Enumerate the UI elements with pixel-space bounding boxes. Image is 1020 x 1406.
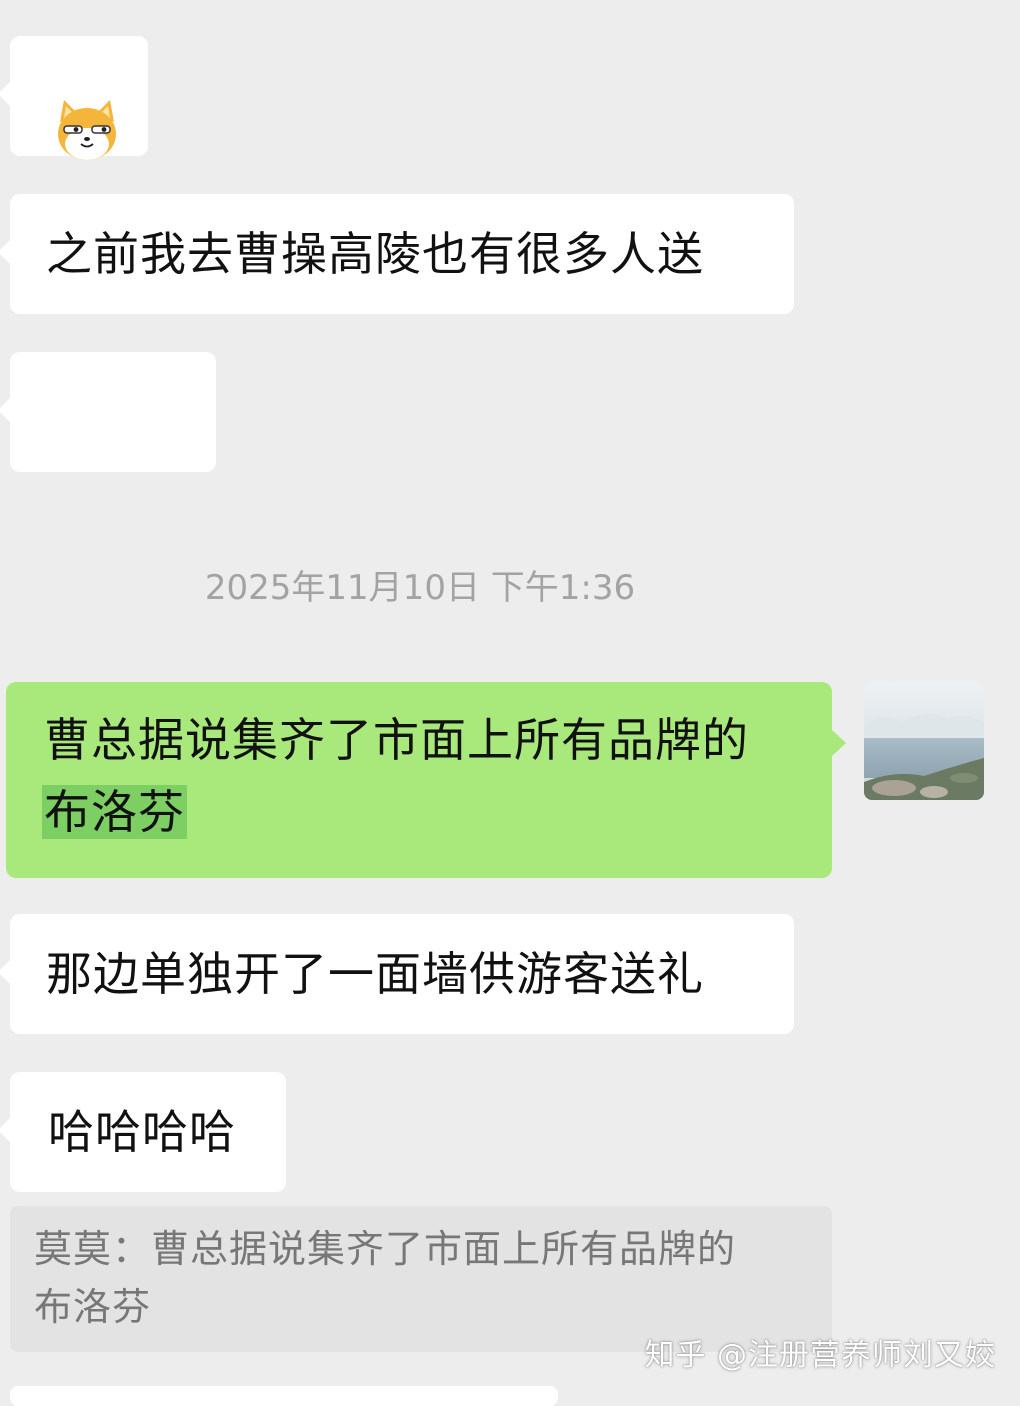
cat-face-icon xyxy=(58,100,116,160)
quoted-text-line1: 曹总据说集齐了市面上所有品牌的 xyxy=(151,1227,737,1271)
message-text: 之前我去曹操高陵也有很多人送 xyxy=(46,227,704,281)
message-bubble-emoji-cat[interactable] xyxy=(0,36,148,160)
message-bubble-outgoing[interactable]: 曹总据说集齐了市面上所有品牌的 布洛芬 xyxy=(6,682,846,878)
message-text: 那边单独开了一面墙供游客送礼 xyxy=(46,947,704,1001)
quoted-sender: 莫莫： xyxy=(34,1227,152,1271)
message-bubble-emoji-pleading[interactable] xyxy=(0,352,216,798)
message-bubble-text[interactable]: 那边单独开了一面墙供游客送礼 xyxy=(0,914,794,1034)
quoted-message-line1: 莫莫：曹总据说集齐了市面上所有品牌的 xyxy=(34,1220,736,1278)
next-bubble-edge xyxy=(10,1386,558,1406)
watermark: 知乎 @注册营养师刘又姣 xyxy=(644,1338,996,1373)
message-text-line2: 布洛芬 xyxy=(42,778,187,846)
message-bubble-text[interactable]: 哈哈哈哈 xyxy=(0,1072,286,1192)
quoted-message-line2: 布洛芬 xyxy=(34,1285,152,1329)
avatar-landscape-image xyxy=(864,682,984,800)
message-bubble-text[interactable]: 之前我去曹操高陵也有很多人送 xyxy=(0,194,794,314)
chat-timestamp: 2025年11月10日 下午1:36 xyxy=(204,568,636,608)
message-text-line1: 曹总据说集齐了市面上所有品牌的 xyxy=(44,713,749,767)
avatar[interactable] xyxy=(864,682,984,800)
message-text: 哈哈哈哈 xyxy=(48,1105,236,1159)
highlighted-text: 布洛芬 xyxy=(42,785,187,839)
